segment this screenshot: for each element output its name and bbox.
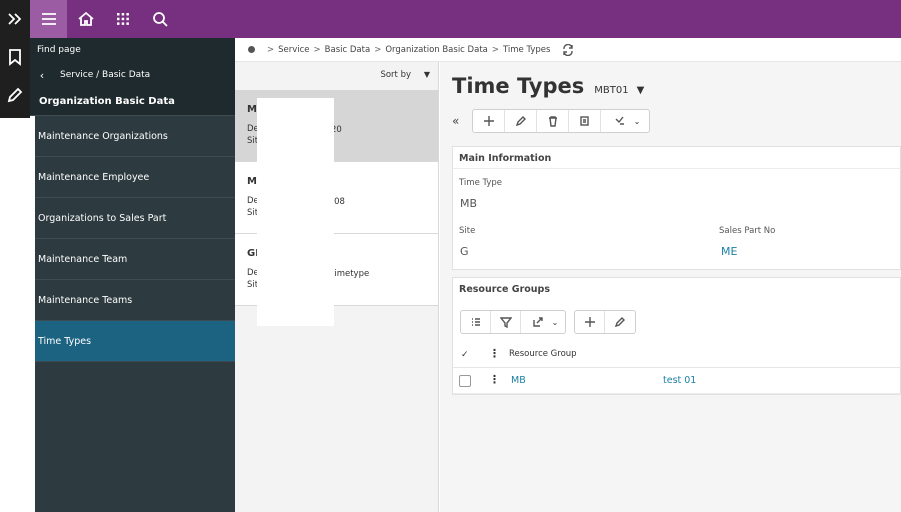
record-actions: ⌄ — [472, 109, 650, 133]
time-type-value: MB — [460, 197, 478, 210]
edit-icon[interactable] — [505, 110, 537, 132]
kebab-icon[interactable]: ⋮ — [489, 347, 500, 360]
chevron-right-icon: > — [267, 44, 275, 55]
top-bar — [30, 0, 901, 38]
record-toolbar: « ⌄ — [452, 109, 650, 133]
breadcrumb-basic-data[interactable]: Basic Data — [325, 45, 371, 55]
edit-row-icon[interactable] — [605, 311, 635, 333]
add-row-icon[interactable] — [575, 311, 605, 333]
resource-groups-header: Resource Groups — [459, 284, 550, 295]
home-dot-icon[interactable] — [248, 46, 255, 53]
sort-label: Sort by — [380, 70, 411, 80]
app-window: Find page ‹ Service / Basic Data Organiz… — [0, 0, 901, 512]
page-title: Time Types — [452, 74, 585, 98]
site-value: G — [460, 245, 469, 258]
breadcrumb-service[interactable]: Service — [278, 45, 309, 55]
nav-item-organizations-to-sales-part[interactable]: Organizations to Sales Part — [35, 198, 235, 239]
nav-item-time-types[interactable]: Time Types — [35, 321, 235, 362]
home-icon[interactable] — [67, 0, 104, 38]
select-all-check-icon[interactable]: ✓ — [461, 350, 469, 360]
grid-header: ✓ ⋮ Resource Group — [453, 342, 901, 368]
table-row[interactable]: ⋮ MB test 01 — [453, 368, 901, 394]
record-key[interactable]: MBT01 — [594, 85, 628, 96]
filter-icon[interactable] — [491, 311, 521, 333]
nav-item-maintenance-teams[interactable]: Maintenance Teams — [35, 280, 235, 321]
navigator-back[interactable]: ‹ Service / Basic Data — [30, 62, 235, 88]
chevron-right-icon: > — [491, 44, 499, 55]
apps-grid-icon[interactable] — [104, 0, 141, 38]
breadcrumb-time-types: Time Types — [502, 44, 551, 55]
chevron-right-icon: > — [374, 44, 382, 55]
caret-down-icon: ▼ — [423, 70, 430, 79]
expand-icon[interactable] — [0, 0, 30, 38]
delete-icon[interactable] — [537, 110, 569, 132]
list-view-icon[interactable] — [461, 311, 491, 333]
record-list: Sort by ▼ M De Sit 20 M De Sit -08 GI De… — [235, 62, 439, 512]
sort-bar[interactable]: Sort by ▼ — [235, 62, 438, 90]
resource-group-link[interactable]: MB — [511, 375, 526, 386]
bookmark-icon[interactable] — [0, 38, 30, 76]
breadcrumb: > Service > Basic Data > Organization Ba… — [235, 38, 901, 62]
pencil-icon[interactable] — [0, 76, 30, 114]
chevron-right-icon: > — [313, 44, 321, 55]
grid-view-actions: ⌄ — [460, 310, 566, 334]
main-information-panel: Main Information Time Type MB Site G Sal… — [452, 146, 901, 270]
grid-row-actions — [574, 310, 636, 334]
detail-pane: Time Types MBT01 ▼ « ⌄ Main Information … — [440, 62, 901, 512]
chevron-left-icon: ‹ — [39, 68, 45, 82]
list-item-value: timetype — [331, 269, 370, 279]
resource-groups-panel: Resource Groups ⌄ ✓ ⋮ Resource Group ⋮ M… — [452, 277, 901, 395]
add-icon[interactable] — [473, 110, 505, 132]
nav-item-maintenance-organizations[interactable]: Maintenance Organizations — [35, 116, 235, 157]
time-type-label: Time Type — [459, 178, 503, 188]
sales-part-link[interactable]: ME — [721, 245, 737, 258]
export-menu-icon[interactable]: ⌄ — [521, 311, 565, 333]
redaction-mask — [257, 98, 334, 326]
navigator: Find page ‹ Service / Basic Data Organiz… — [30, 38, 235, 512]
menu-icon[interactable] — [30, 0, 67, 38]
search-icon[interactable] — [141, 0, 178, 38]
row-checkbox[interactable] — [459, 375, 471, 387]
sales-part-label: Sales Part No — [719, 226, 776, 236]
breadcrumb-org-basic-data[interactable]: Organization Basic Data — [385, 45, 488, 55]
grid-toolbar: ⌄ — [460, 310, 644, 334]
kebab-icon[interactable]: ⋮ — [489, 373, 500, 386]
nav-item-maintenance-employee[interactable]: Maintenance Employee — [35, 157, 235, 198]
duplicate-icon[interactable] — [569, 110, 601, 132]
navigator-items: Maintenance Organizations Maintenance Em… — [35, 116, 235, 362]
main-information-header: Main Information — [453, 147, 900, 169]
caret-down-icon[interactable]: ▼ — [637, 85, 645, 96]
column-header-resource-group[interactable]: Resource Group — [509, 349, 577, 359]
navigator-crumb: Service / Basic Data — [60, 70, 151, 80]
nav-item-maintenance-team[interactable]: Maintenance Team — [35, 239, 235, 280]
find-page-input[interactable]: Find page — [30, 38, 235, 62]
left-rail — [0, 0, 30, 118]
workflow-menu-icon[interactable]: ⌄ — [601, 110, 649, 132]
collapse-list-icon[interactable]: « — [452, 114, 466, 128]
resource-group-description: test 01 — [663, 375, 697, 386]
site-label: Site — [459, 226, 476, 236]
page-title-row: Time Types MBT01 ▼ — [452, 74, 644, 98]
navigator-group-header: Organization Basic Data — [30, 88, 235, 116]
refresh-icon[interactable] — [562, 43, 574, 56]
